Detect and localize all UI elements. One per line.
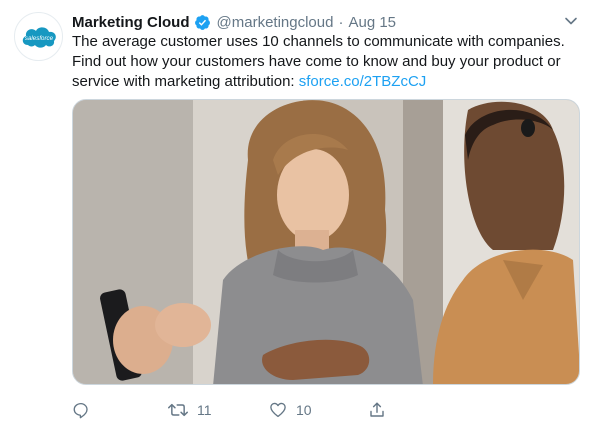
share-icon (370, 402, 384, 417)
avatar[interactable]: salesforce (14, 12, 63, 61)
tweet-date[interactable]: Aug 15 (348, 14, 396, 31)
tweet-header: Marketing Cloud @marketingcloud · Aug 15 (72, 11, 555, 33)
tweet-text-line-2: Find out how your customers have come to… (72, 53, 561, 70)
photo-image (73, 100, 579, 384)
like-button[interactable]: 10 (269, 401, 312, 419)
chevron-down-icon[interactable] (563, 13, 579, 29)
separator-dot: · (338, 13, 344, 31)
tweet-text-line-1: The average customer uses 10 channels to… (72, 33, 565, 50)
tweet-link[interactable]: sforce.co/2TBZcCJ (299, 73, 427, 90)
tweet-actions: 11 10 (72, 398, 472, 422)
share-button[interactable] (368, 401, 386, 419)
tweet-text: The average customer uses 10 channels to… (72, 32, 587, 92)
tweet-text-line-3-prefix: service with marketing attribution: (72, 73, 299, 90)
heart-icon (270, 402, 286, 418)
author-name[interactable]: Marketing Cloud (72, 14, 190, 31)
avatar-logo-text: salesforce (24, 35, 53, 42)
author-handle[interactable]: @marketingcloud (217, 14, 334, 31)
reply-icon (73, 402, 88, 419)
retweet-icon (168, 403, 188, 417)
like-count: 10 (296, 402, 312, 418)
reply-button[interactable] (72, 401, 90, 419)
tweet-text-line-3: service with marketing attribution: sfor… (72, 72, 587, 92)
tweet-photo[interactable] (72, 99, 580, 385)
retweet-button[interactable]: 11 (168, 401, 212, 419)
tweet-card[interactable]: salesforce Marketing Cloud @marketingclo… (0, 0, 595, 430)
salesforce-logo-icon: salesforce (22, 26, 56, 48)
retweet-count: 11 (197, 402, 212, 418)
verified-badge-icon (194, 14, 211, 31)
